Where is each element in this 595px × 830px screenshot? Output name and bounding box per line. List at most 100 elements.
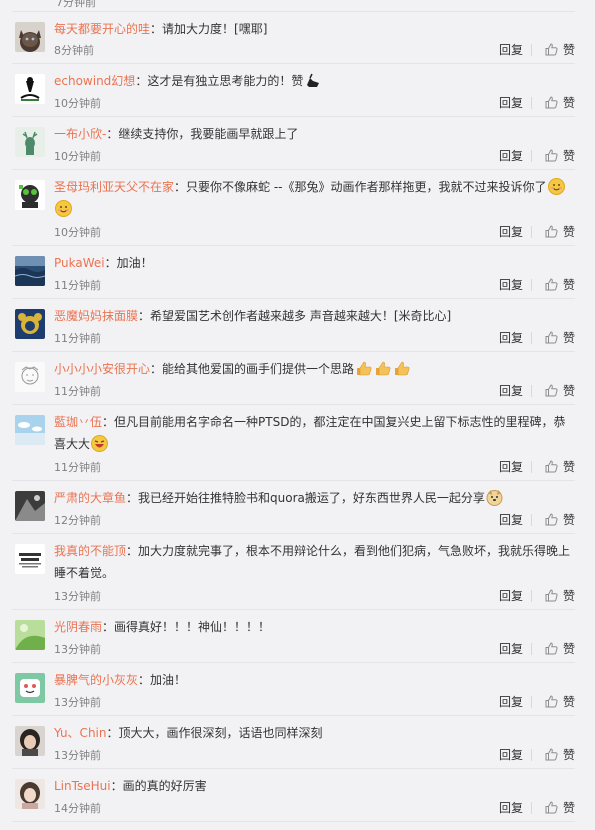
reply-button[interactable]: 回复 xyxy=(499,459,523,475)
comment-text: 请加大力度！[嘿耶] xyxy=(162,22,268,36)
thumbs-up-icon xyxy=(545,43,563,57)
thumbs-up-icon xyxy=(545,96,563,110)
comment-username[interactable]: 小小小小安很开心 xyxy=(54,362,150,376)
comment-meta: 13分钟前 回复 赞 xyxy=(54,641,575,657)
user-avatar[interactable] xyxy=(15,673,45,703)
user-avatar[interactable] xyxy=(15,362,45,392)
hand-icon xyxy=(307,73,320,87)
comment-username[interactable]: 藍珈丷伍 xyxy=(54,415,102,429)
comment-username[interactable]: 严肃的大章鱼 xyxy=(54,491,126,505)
like-button[interactable]: 赞 xyxy=(545,588,575,604)
reply-button[interactable]: 回复 xyxy=(499,224,523,240)
comment-item: 一布小欣-：继续支持你，我要能画早就跟上了 10分钟前 回复 赞 xyxy=(12,117,575,170)
comment-body: 小小小小安很开心：能给其他爱国的画手们提供一个思路 xyxy=(54,358,571,380)
action-divider xyxy=(531,514,532,526)
user-avatar[interactable] xyxy=(15,491,45,521)
comment-username[interactable]: 每天都要开心的哇 xyxy=(54,22,150,36)
user-avatar[interactable] xyxy=(15,726,45,756)
comment-meta: 11分钟前 回复 赞 xyxy=(54,459,575,475)
thumbs-up-icon xyxy=(545,384,563,398)
user-avatar[interactable] xyxy=(15,779,45,809)
comment-username[interactable]: 我真的不能顶 xyxy=(54,544,126,558)
comment-body: 我真的不能顶：加大力度就完事了，根本不用辩论什么，看到他们犯病，气急败坏，我就乐… xyxy=(54,540,571,584)
user-avatar[interactable] xyxy=(15,180,45,210)
like-button[interactable]: 赞 xyxy=(545,148,575,164)
comment-username[interactable]: 一布小欣- xyxy=(54,127,106,141)
thumbs-up-icon xyxy=(545,589,563,603)
like-button[interactable]: 赞 xyxy=(545,459,575,475)
comment-text: 画得真好！！！神仙！！！！ xyxy=(114,620,271,634)
comment-item: 我真的不能顶：加大力度就完事了，根本不用辩论什么，看到他们犯病，气急败坏，我就乐… xyxy=(12,534,575,610)
comment-username[interactable]: echowind幻想 xyxy=(54,74,135,88)
action-divider xyxy=(531,590,532,602)
comment-username[interactable]: LinTseHui xyxy=(54,779,111,793)
comment-username[interactable]: 圣母玛利亚天父不在家 xyxy=(54,180,174,194)
like-button[interactable]: 赞 xyxy=(545,747,575,763)
comment-text: 但凡目前能用名字命名一种PTSD的，都注定在中国复兴史上留下标志性的里程碑，恭喜… xyxy=(54,415,566,451)
comment-time: 10分钟前 xyxy=(54,150,101,163)
comment-time: 11分钟前 xyxy=(54,279,101,292)
thumbs-up-icon xyxy=(545,748,563,762)
reply-button[interactable]: 回复 xyxy=(499,641,523,657)
comment-username[interactable]: PukaWei xyxy=(54,256,105,270)
reply-button[interactable]: 回复 xyxy=(499,42,523,58)
action-divider xyxy=(531,802,532,814)
comment-text: 希望爱国艺术创作者越来越多 声音越来越大！[米奇比心] xyxy=(150,309,452,323)
thumbs-up-icon xyxy=(545,278,563,292)
comment-item: 恶魔妈妈抹面膜：希望爱国艺术创作者越来越多 声音越来越大！[米奇比心] 11分钟… xyxy=(12,299,575,352)
reply-button[interactable]: 回复 xyxy=(499,512,523,528)
like-button[interactable]: 赞 xyxy=(545,383,575,399)
like-button[interactable]: 赞 xyxy=(545,800,575,816)
reply-button[interactable]: 回复 xyxy=(499,330,523,346)
like-button[interactable]: 赞 xyxy=(545,224,575,240)
reply-button[interactable]: 回复 xyxy=(499,148,523,164)
thumbsup-emoji xyxy=(357,361,372,376)
comment-item: LinTseHui：画的真的好厉害 14分钟前 回复 赞 xyxy=(12,769,575,822)
like-label: 赞 xyxy=(562,278,575,292)
comment-body: 每天都要开心的哇：请加大力度！[嘿耶] xyxy=(54,18,571,40)
reply-button[interactable]: 回复 xyxy=(499,800,523,816)
user-avatar[interactable] xyxy=(15,74,45,104)
user-avatar[interactable] xyxy=(15,544,45,574)
grin-emoji xyxy=(91,435,109,452)
comment-time: 13分钟前 xyxy=(54,643,101,656)
colon: ： xyxy=(174,180,187,194)
like-label: 赞 xyxy=(562,331,575,345)
comment-body: LinTseHui：画的真的好厉害 xyxy=(54,775,571,797)
reply-button[interactable]: 回复 xyxy=(499,747,523,763)
action-divider xyxy=(531,696,532,708)
comment-list: 每天都要开心的哇：请加大力度！[嘿耶] 8分钟前 回复 赞 echowind幻想… xyxy=(0,12,595,822)
comment-body: PukaWei：加油！ xyxy=(54,252,571,274)
reply-button[interactable]: 回复 xyxy=(499,694,523,710)
like-label: 赞 xyxy=(562,384,575,398)
like-button[interactable]: 赞 xyxy=(545,694,575,710)
user-avatar[interactable] xyxy=(15,127,45,157)
user-avatar[interactable] xyxy=(15,415,45,445)
reply-button[interactable]: 回复 xyxy=(499,588,523,604)
user-avatar[interactable] xyxy=(15,620,45,650)
like-button[interactable]: 赞 xyxy=(545,330,575,346)
like-button[interactable]: 赞 xyxy=(545,42,575,58)
comment-body: 恶魔妈妈抹面膜：希望爱国艺术创作者越来越多 声音越来越大！[米奇比心] xyxy=(54,305,571,327)
like-button[interactable]: 赞 xyxy=(545,277,575,293)
like-button[interactable]: 赞 xyxy=(545,95,575,111)
comment-username[interactable]: 光阴春雨 xyxy=(54,620,102,634)
thumbs-up-icon xyxy=(545,513,563,527)
comment-username[interactable]: Yu、Chin xyxy=(54,726,106,740)
comment-text: 只要你不像麻蛇 --《那兔》动画作者那样拖更，我就不过来投诉你了 xyxy=(186,180,547,194)
reply-button[interactable]: 回复 xyxy=(499,277,523,293)
reply-button[interactable]: 回复 xyxy=(499,95,523,111)
like-button[interactable]: 赞 xyxy=(545,512,575,528)
colon: ： xyxy=(102,415,115,429)
comment-meta: 10分钟前 回复 赞 xyxy=(54,224,575,240)
like-button[interactable]: 赞 xyxy=(545,641,575,657)
user-avatar[interactable] xyxy=(15,309,45,339)
user-avatar[interactable] xyxy=(15,22,45,52)
comment-time: 11分钟前 xyxy=(54,385,101,398)
thumbsup-emoji xyxy=(395,361,410,376)
reply-button[interactable]: 回复 xyxy=(499,383,523,399)
comment-username[interactable]: 暴脾气的小灰灰 xyxy=(54,673,138,687)
user-avatar[interactable] xyxy=(15,256,45,286)
comment-username[interactable]: 恶魔妈妈抹面膜 xyxy=(54,309,138,323)
comment-meta: 11分钟前 回复 赞 xyxy=(54,330,575,346)
